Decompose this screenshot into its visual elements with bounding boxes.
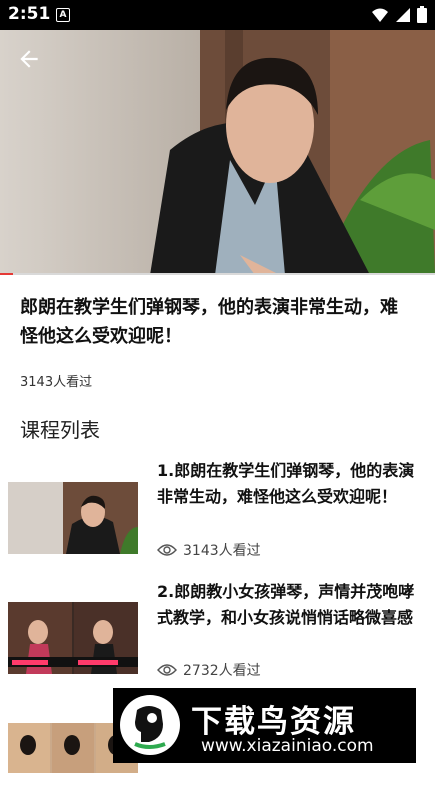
video-progress-track[interactable] bbox=[0, 273, 435, 275]
course-list-item[interactable]: 1.郎朗在教学生们弹钢琴，他的表演非常生动，难怪他这么受欢迎呢！ 3143人看过 bbox=[0, 456, 435, 566]
course-item-title: 2.郎朗教小女孩弹琴，声情并茂咆哮式教学，和小女孩说悄悄话略微喜感 bbox=[157, 582, 415, 627]
watermark-overlay: 下载鸟资源 www.xiazainiao.com bbox=[113, 688, 416, 763]
eye-icon bbox=[157, 544, 177, 556]
course-thumbnail bbox=[8, 602, 138, 674]
status-bar: 2:51 A bbox=[0, 0, 435, 30]
lesson-view-count: 3143人看过 bbox=[20, 375, 93, 390]
course-list-item[interactable]: 2.郎朗教小女孩弹琴，声情并茂咆哮式教学，和小女孩说悄悄话略微喜感 2732人看… bbox=[0, 577, 435, 687]
back-arrow-icon[interactable] bbox=[16, 46, 42, 72]
video-player[interactable] bbox=[0, 30, 435, 275]
status-icons bbox=[371, 6, 427, 23]
notification-badge: A bbox=[56, 8, 70, 22]
course-item-views: 3143人看过 bbox=[157, 540, 261, 560]
eye-icon bbox=[157, 664, 177, 676]
course-item-view-count: 2732人看过 bbox=[183, 663, 261, 679]
course-list-heading: 课程列表 bbox=[20, 418, 100, 442]
wifi-icon bbox=[372, 8, 388, 22]
watermark-brand-name: 下载鸟资源 bbox=[191, 704, 356, 740]
video-progress-fill bbox=[0, 273, 14, 275]
signal-icon bbox=[396, 7, 410, 22]
course-item-views: 2732人看过 bbox=[157, 660, 261, 680]
lesson-title: 郎朗在教学生们弹钢琴，他的表演非常生动，难怪他这么受欢迎呢！ bbox=[20, 297, 398, 347]
course-item-view-count: 3143人看过 bbox=[183, 543, 261, 559]
bird-logo-icon bbox=[120, 695, 180, 755]
battery-icon bbox=[417, 6, 427, 23]
video-frame-image bbox=[0, 30, 435, 275]
course-thumbnail bbox=[8, 482, 138, 554]
course-item-title: 1.郎朗在教学生们弹钢琴，他的表演非常生动，难怪他这么受欢迎呢！ bbox=[157, 461, 415, 506]
status-time: 2:51 bbox=[8, 4, 51, 24]
watermark-url: www.xiazainiao.com bbox=[201, 736, 374, 756]
